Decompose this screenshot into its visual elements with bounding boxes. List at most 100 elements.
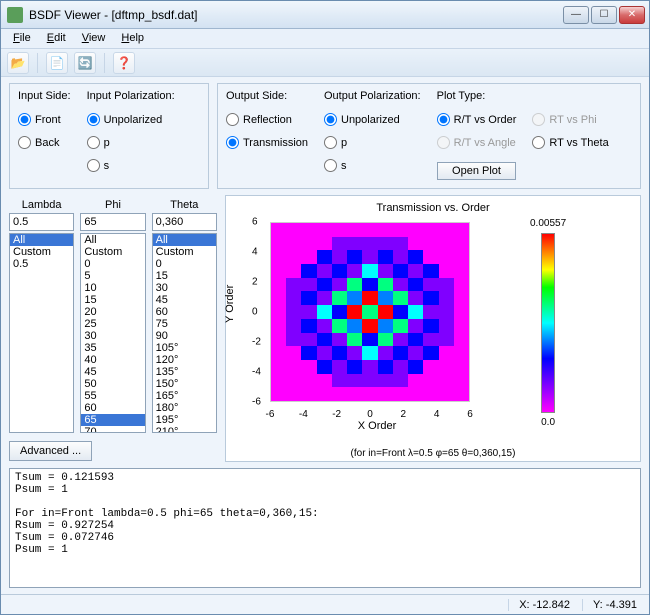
heatmap-cell — [317, 387, 332, 401]
lambda-input[interactable] — [9, 213, 74, 231]
heatmap-cell — [408, 223, 423, 237]
list-item[interactable]: 195° — [153, 414, 216, 426]
list-item[interactable]: 10 — [81, 282, 144, 294]
heatmap-cell — [439, 278, 454, 292]
list-item[interactable]: 65 — [81, 414, 144, 426]
heatmap-cell — [317, 291, 332, 305]
list-item[interactable]: 70 — [81, 426, 144, 433]
heatmap-cell — [454, 250, 469, 264]
list-item[interactable]: 45 — [153, 294, 216, 306]
toolbar-open-button[interactable] — [7, 52, 29, 74]
list-item[interactable]: All — [81, 234, 144, 246]
heatmap-cell — [332, 250, 347, 264]
heatmap-cell — [439, 250, 454, 264]
heatmap-cell — [439, 291, 454, 305]
list-item[interactable]: 30 — [153, 282, 216, 294]
output-side-transmission[interactable]: Transmission — [226, 136, 308, 149]
input-pol-p[interactable]: p — [87, 136, 175, 149]
list-item[interactable]: 120° — [153, 354, 216, 366]
minimize-button[interactable]: — — [563, 6, 589, 24]
list-item[interactable]: 30 — [81, 330, 144, 342]
toolbar-help-button[interactable] — [113, 52, 135, 74]
list-item[interactable]: 35 — [81, 342, 144, 354]
list-item[interactable]: 50 — [81, 378, 144, 390]
list-item[interactable]: 180° — [153, 402, 216, 414]
list-item[interactable]: 135° — [153, 366, 216, 378]
list-item[interactable]: 0 — [81, 258, 144, 270]
phi-listbox[interactable]: AllCustom0510152025303540455055606570 — [80, 233, 145, 433]
open-plot-button[interactable]: Open Plot — [437, 162, 517, 180]
top-panels: Input Side: Front Back Input Polarizatio… — [9, 83, 641, 189]
list-item[interactable]: 75 — [153, 318, 216, 330]
list-item[interactable]: 15 — [153, 270, 216, 282]
heatmap-cell — [286, 387, 301, 401]
ytick: -2 — [252, 337, 261, 348]
menu-view[interactable]: View — [76, 31, 112, 46]
heatmap-cell — [439, 237, 454, 251]
list-item[interactable]: 0.5 — [10, 258, 73, 270]
list-item[interactable]: 0 — [153, 258, 216, 270]
heatmap-cell — [271, 360, 286, 374]
list-item[interactable]: 40 — [81, 354, 144, 366]
heatmap-cell — [439, 346, 454, 360]
theta-input[interactable] — [152, 213, 217, 231]
ytick: 0 — [252, 307, 258, 318]
menu-file[interactable]: File — [7, 31, 37, 46]
plottype-rt-order[interactable]: R/T vs Order — [437, 113, 517, 126]
list-item[interactable]: 210° — [153, 426, 216, 433]
list-item[interactable]: Custom — [10, 246, 73, 258]
toolbar-refresh-button[interactable] — [74, 52, 96, 74]
list-item[interactable]: 60 — [153, 306, 216, 318]
heatmap-cell — [271, 346, 286, 360]
list-item[interactable]: 5 — [81, 270, 144, 282]
output-pol-p[interactable]: p — [324, 136, 421, 149]
list-item[interactable]: 165° — [153, 390, 216, 402]
output-side-reflection[interactable]: Reflection — [226, 113, 308, 126]
list-item[interactable]: 60 — [81, 402, 144, 414]
heatmap-cell — [439, 360, 454, 374]
plot-panel: Transmission vs. Order Y Order X Order 6… — [225, 195, 641, 462]
list-item[interactable]: 20 — [81, 306, 144, 318]
lambda-listbox[interactable]: AllCustom0.5 — [9, 233, 74, 433]
toolbar-copy-button[interactable] — [46, 52, 68, 74]
heatmap-cell — [378, 237, 393, 251]
heatmap-cell — [454, 387, 469, 401]
menu-edit[interactable]: Edit — [41, 31, 72, 46]
input-side-back[interactable]: Back — [18, 136, 71, 149]
heatmap-cell — [454, 278, 469, 292]
heatmap-cell — [347, 346, 362, 360]
input-side-front[interactable]: Front — [18, 113, 71, 126]
output-pol-unpolarized[interactable]: Unpolarized — [324, 113, 421, 126]
list-item[interactable]: 15 — [81, 294, 144, 306]
heatmap-cell — [423, 333, 438, 347]
heatmap-cell — [301, 346, 316, 360]
close-button[interactable]: ✕ — [619, 6, 645, 24]
input-pol-s[interactable]: s — [87, 159, 175, 172]
list-item[interactable]: All — [10, 234, 73, 246]
heatmap-cell — [317, 278, 332, 292]
heatmap-cell — [362, 360, 377, 374]
menubar: File Edit View Help — [1, 29, 649, 49]
list-item[interactable]: 55 — [81, 390, 144, 402]
advanced-button[interactable]: Advanced ... — [9, 441, 92, 461]
list-item[interactable]: 105° — [153, 342, 216, 354]
heatmap-cell — [317, 374, 332, 388]
list-item[interactable]: All — [153, 234, 216, 246]
log-panel[interactable]: Tsum = 0.121593 Psum = 1 For in=Front la… — [9, 468, 641, 588]
list-item[interactable]: 90 — [153, 330, 216, 342]
heatmap-cell — [301, 250, 316, 264]
plottype-rt-theta[interactable]: RT vs Theta — [532, 136, 608, 149]
list-item[interactable]: 150° — [153, 378, 216, 390]
list-item[interactable]: Custom — [153, 246, 216, 258]
list-item[interactable]: 25 — [81, 318, 144, 330]
heatmap-cell — [332, 291, 347, 305]
output-pol-s[interactable]: s — [324, 159, 421, 172]
theta-listbox[interactable]: AllCustom0153045607590105°120°135°150°16… — [152, 233, 217, 433]
input-pol-unpolarized[interactable]: Unpolarized — [87, 113, 175, 126]
list-item[interactable]: 45 — [81, 366, 144, 378]
list-item[interactable]: Custom — [81, 246, 144, 258]
maximize-button[interactable]: ☐ — [591, 6, 617, 24]
menu-help[interactable]: Help — [115, 31, 150, 46]
phi-col: Phi AllCustom051015202530354045505560657… — [80, 199, 145, 433]
phi-input[interactable] — [80, 213, 145, 231]
